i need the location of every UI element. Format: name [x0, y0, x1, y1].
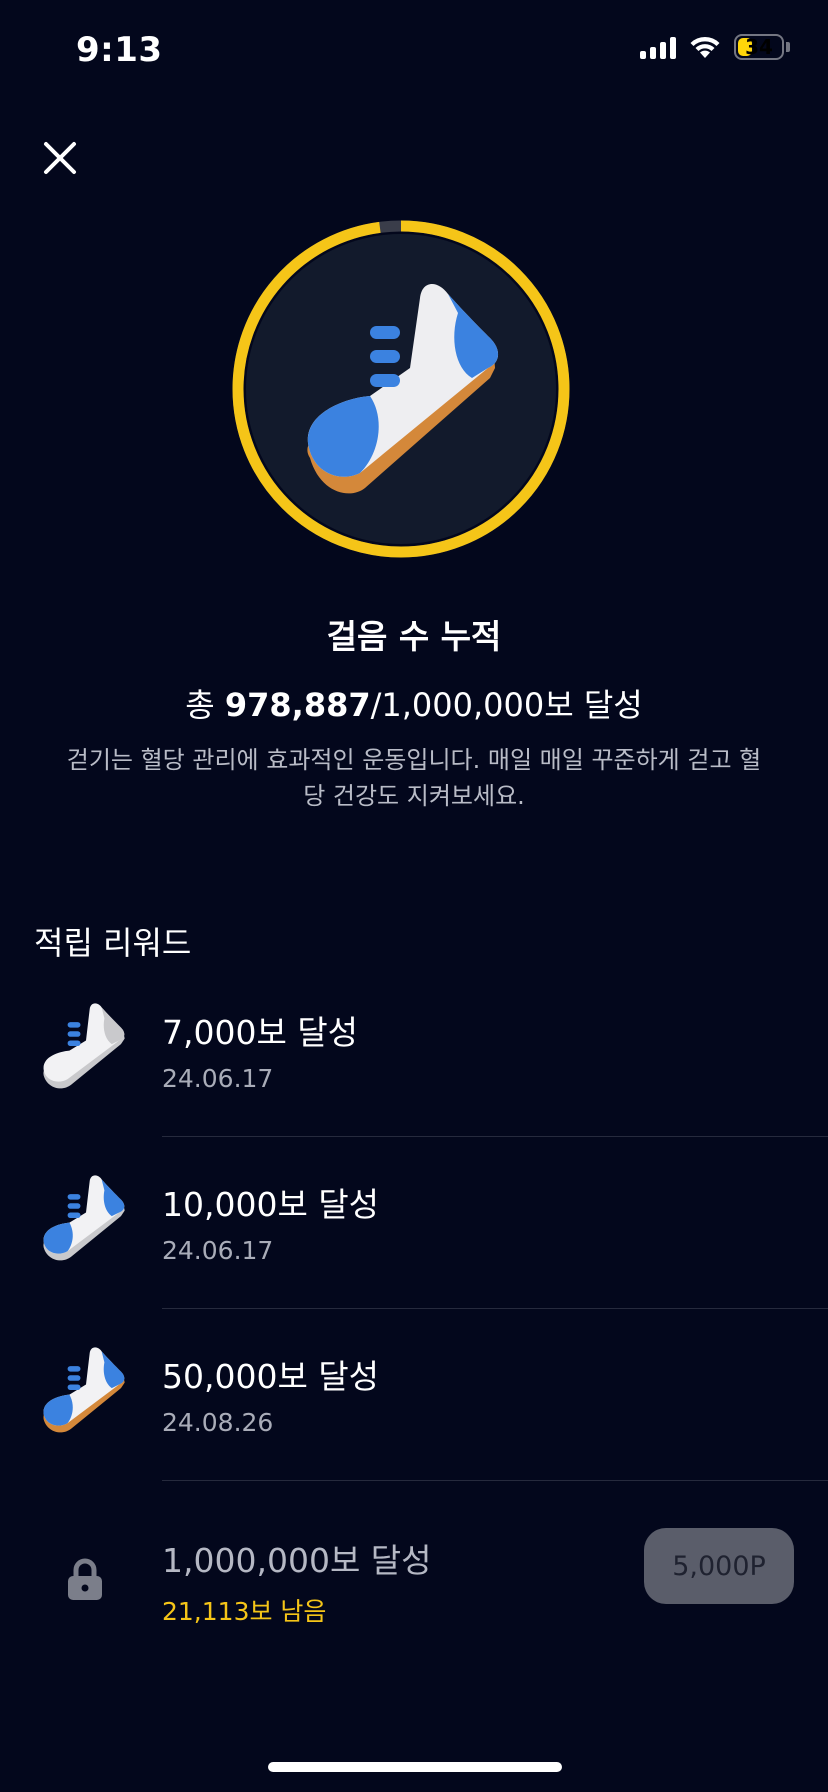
reward-item: 7,000보 달성 24.06.17 — [0, 1000, 828, 1170]
reward-item: 10,000보 달성 24.06.17 — [0, 1172, 828, 1342]
reward-label: 7,000보 달성 — [162, 1013, 359, 1052]
reward-label: 10,000보 달성 — [162, 1185, 380, 1224]
signal-icon — [640, 35, 676, 59]
achievement-description: 걷기는 혈당 관리에 효과적인 운동입니다. 매일 매일 꾸준하게 걷고 혈당 … — [66, 746, 762, 810]
lock-icon — [68, 1558, 102, 1600]
reward-label: 50,000보 달성 — [162, 1357, 380, 1396]
section-title-rewards: 적립 리워드 — [34, 924, 192, 962]
home-indicator[interactable] — [268, 1762, 562, 1772]
wifi-icon — [690, 36, 720, 58]
achievement-badge — [232, 220, 570, 558]
sneaker-orange-icon — [43, 1347, 125, 1433]
status-icons: 34 — [640, 34, 790, 60]
reward-label: 1,000,000보 달성 — [162, 1541, 432, 1580]
close-icon[interactable] — [38, 136, 82, 180]
divider — [162, 1308, 828, 1309]
total-suffix: /1,000,000보 달성 — [370, 686, 643, 724]
reward-date: 24.06.17 — [162, 1236, 274, 1265]
reward-date: 24.08.26 — [162, 1408, 274, 1437]
achievement-total: 총 978,887/1,000,000보 달성 — [0, 680, 828, 726]
battery-level: 34 — [745, 35, 773, 59]
divider — [162, 1480, 828, 1481]
divider — [162, 1136, 828, 1137]
reward-item: 50,000보 달성 24.08.26 — [0, 1344, 828, 1514]
total-prefix: 총 — [185, 686, 225, 724]
page: 9:13 34 걸음 수 누적 총 978,887/1,000,000보 달성 … — [0, 0, 828, 1792]
battery-icon: 34 — [734, 34, 784, 60]
reward-date: 24.06.17 — [162, 1064, 274, 1093]
point-reward-button[interactable]: 5,000P — [644, 1528, 794, 1604]
reward-item-locked: 1,000,000보 달성 21,113보 남음 5,000P — [0, 1528, 828, 1698]
sneaker-gray-icon — [43, 1003, 125, 1089]
sneaker-blue-icon — [43, 1175, 125, 1261]
achievement-title: 걸음 수 누적 — [326, 617, 502, 656]
status-time: 9:13 — [76, 30, 163, 70]
reward-remaining: 21,113보 남음 — [162, 1597, 327, 1626]
total-current: 978,887 — [224, 686, 371, 724]
